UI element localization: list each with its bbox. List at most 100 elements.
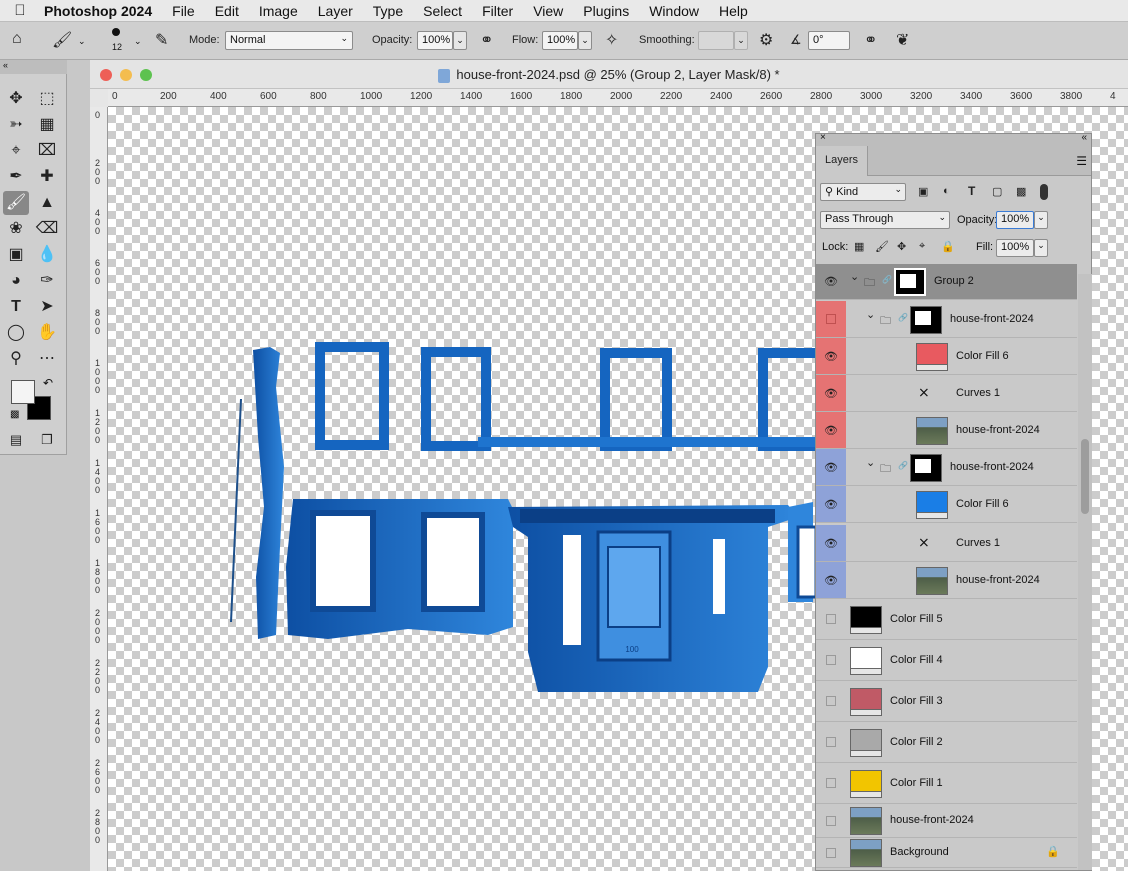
layer-name[interactable]: Color Fill 2	[890, 736, 943, 748]
opacity-chevron-icon[interactable]: ⌄	[453, 31, 467, 50]
ellipse-tool-icon[interactable]: ◯	[3, 321, 29, 345]
color-fill-thumbnail[interactable]	[850, 770, 882, 798]
clone-stamp-tool-icon[interactable]: ▲	[34, 191, 60, 215]
flow-input[interactable]: 100%	[542, 31, 578, 50]
filter-kind-select[interactable]: ⚲ Kind ⌄	[820, 183, 906, 201]
frame-tool-icon[interactable]: ⌧	[34, 139, 60, 163]
layer-row[interactable]: 👁 ⌄ 🗀 🔗 house-front-2024	[816, 449, 1077, 486]
dodge-tool-icon[interactable]: ◕	[3, 269, 29, 293]
foreground-color-swatch-top[interactable]	[11, 380, 35, 404]
lock-artboard-icon[interactable]: ⌖	[919, 240, 925, 253]
lock-transparent-icon[interactable]: ▦	[854, 240, 864, 253]
quick-mask-icon[interactable]: ▤	[3, 428, 29, 452]
mask-link-icon[interactable]: 🔗	[898, 313, 908, 322]
smoothing-settings-gear-icon[interactable]: ⚙	[759, 30, 773, 50]
mask-link-icon[interactable]: 🔗	[882, 275, 892, 284]
layer-name[interactable]: Color Fill 3	[890, 695, 943, 707]
layer-name[interactable]: house-front-2024	[956, 574, 1040, 586]
visibility-eye-icon[interactable]: 👁	[816, 562, 846, 598]
blend-mode-select[interactable]: Pass Through ⌄	[820, 211, 950, 229]
layer-mask-thumbnail[interactable]	[894, 268, 926, 296]
curves-adjustment-icon[interactable]: ⨯	[918, 534, 936, 552]
lock-pixels-brush-icon[interactable]: 🖌	[875, 240, 889, 253]
layer-name[interactable]: Background	[890, 846, 949, 858]
layer-row[interactable]: 👁 Color Fill 6	[816, 338, 1077, 375]
filter-adjustment-icon[interactable]: ◐	[943, 185, 950, 197]
filter-smart-object-icon[interactable]: ▩	[1016, 185, 1026, 198]
layer-row[interactable]: house-front-2024	[816, 804, 1077, 838]
layers-scrollbar-thumb[interactable]	[1081, 439, 1089, 514]
visibility-eye-icon[interactable]: 👁	[816, 486, 846, 522]
mask-link-icon[interactable]: 🔗	[898, 461, 908, 470]
eyedropper-tool-icon[interactable]: ✒	[3, 165, 29, 189]
home-icon[interactable]: ⌂	[12, 30, 22, 48]
visibility-off-toggle[interactable]	[816, 838, 846, 867]
layer-name[interactable]: house-front-2024	[950, 461, 1034, 473]
filter-toggle-icon[interactable]	[1040, 184, 1048, 200]
layer-row[interactable]: Color Fill 2	[816, 722, 1077, 763]
visibility-off-toggle[interactable]	[816, 681, 846, 721]
layer-opacity-input[interactable]: 100%	[996, 211, 1034, 229]
layer-row[interactable]: 👁 house-front-2024	[816, 562, 1077, 599]
visibility-eye-icon[interactable]: 👁	[816, 412, 846, 448]
gradient-tool-icon[interactable]: ▣	[3, 243, 29, 267]
layer-name[interactable]: Color Fill 6	[956, 498, 1009, 510]
layer-name[interactable]: house-front-2024	[890, 814, 974, 826]
visibility-eye-icon[interactable]: 👁	[816, 449, 846, 485]
layer-row[interactable]: 👁 ⨯ Curves 1	[816, 375, 1077, 412]
layer-name[interactable]: Color Fill 5	[890, 613, 943, 625]
smoothing-input[interactable]	[698, 31, 734, 50]
eraser-tool-icon[interactable]: ⌫	[34, 217, 60, 241]
brush-tool-icon[interactable]: 🖌	[52, 30, 72, 50]
layer-row[interactable]: 👁 ⌄ 🗀 🔗 Group 2	[816, 264, 1077, 300]
visibility-eye-icon[interactable]: 👁	[816, 525, 846, 561]
layer-row[interactable]: Color Fill 1	[816, 763, 1077, 804]
symmetry-butterfly-icon[interactable]: ❦	[896, 30, 909, 50]
opacity-input[interactable]: 100%	[417, 31, 453, 50]
layer-name[interactable]: Curves 1	[956, 537, 1000, 549]
layer-name[interactable]: Color Fill 6	[956, 350, 1009, 362]
menu-file[interactable]: File	[162, 3, 205, 19]
brush-size-chevron-icon[interactable]: ⌄	[134, 36, 142, 47]
brush-preset-chevron-icon[interactable]: ⌄	[78, 36, 86, 47]
mode-select[interactable]: Normal ⌄	[225, 31, 353, 50]
layer-name[interactable]: Color Fill 4	[890, 654, 943, 666]
group-expand-chevron-icon[interactable]: ⌄	[866, 456, 875, 469]
visibility-eye-icon[interactable]: 👁	[816, 264, 846, 299]
swap-colors-icon[interactable]: ↶	[43, 376, 53, 390]
layer-row[interactable]: Color Fill 5	[816, 599, 1077, 640]
minimize-window-button[interactable]	[120, 69, 132, 81]
image-thumbnail[interactable]	[916, 417, 948, 445]
visibility-eye-icon[interactable]: 👁	[816, 338, 846, 374]
image-thumbnail[interactable]	[850, 839, 882, 867]
layer-name[interactable]: house-front-2024	[950, 313, 1034, 325]
path-selection-tool-icon[interactable]: ➤	[34, 295, 60, 319]
color-fill-thumbnail[interactable]	[850, 647, 882, 675]
layer-row[interactable]: 👁 Color Fill 6	[816, 486, 1077, 523]
brush-tool-icon-active[interactable]: 🖌	[3, 191, 29, 215]
visibility-eye-icon[interactable]: 👁	[816, 375, 846, 411]
layer-row[interactable]: 👁 ⨯ Curves 1	[816, 525, 1077, 562]
group-expand-chevron-icon[interactable]: ⌄	[850, 270, 859, 283]
brush-tip-icon[interactable]	[112, 28, 120, 36]
image-thumbnail[interactable]	[850, 807, 882, 835]
smoothing-chevron-icon[interactable]: ⌄	[734, 31, 748, 50]
default-colors-icon[interactable]: ▩	[10, 409, 19, 420]
flow-chevron-icon[interactable]: ⌄	[578, 31, 592, 50]
more-tools-icon[interactable]: ⋯	[34, 347, 60, 371]
menu-edit[interactable]: Edit	[205, 3, 249, 19]
object-select-tool-icon[interactable]: ▦	[34, 113, 60, 137]
layer-name[interactable]: Curves 1	[956, 387, 1000, 399]
layer-row[interactable]: ⌄ 🗀 🔗 house-front-2024	[816, 301, 1077, 338]
brush-settings-icon[interactable]: ✎	[155, 30, 168, 50]
curves-adjustment-icon[interactable]: ⨯	[918, 384, 936, 402]
menu-help[interactable]: Help	[709, 3, 758, 19]
type-tool-icon[interactable]: T	[3, 295, 29, 319]
visibility-off-toggle[interactable]	[816, 599, 846, 639]
blur-tool-icon[interactable]: 💧	[34, 243, 60, 267]
menu-plugins[interactable]: Plugins	[573, 3, 639, 19]
history-brush-tool-icon[interactable]: ❀	[3, 217, 29, 241]
move-tool-icon[interactable]: ✥	[3, 87, 29, 111]
fill-chevron-icon[interactable]: ⌄	[1034, 239, 1048, 257]
pressure-size-icon[interactable]: ⚭	[864, 30, 877, 50]
